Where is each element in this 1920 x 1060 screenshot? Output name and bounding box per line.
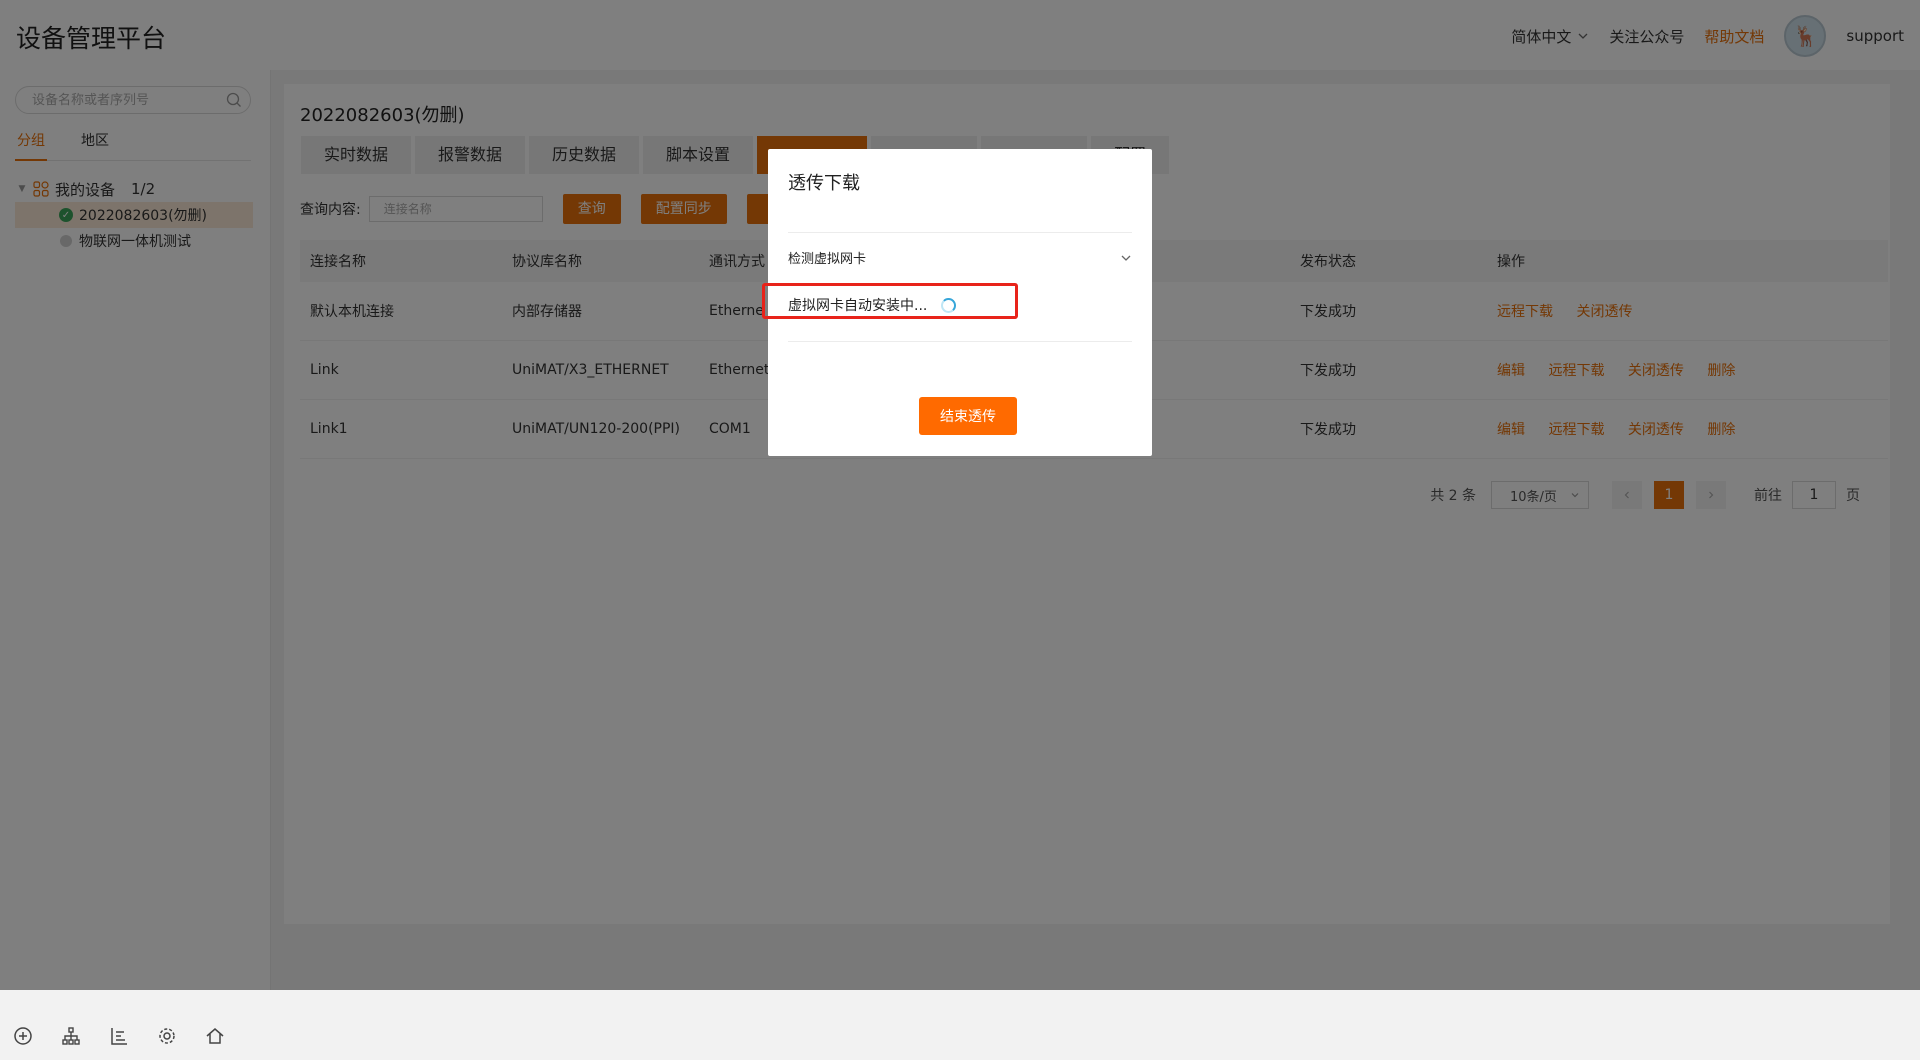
detect-virtual-nic-section[interactable]: 检测虚拟网卡 [788, 248, 1132, 267]
loading-spinner-icon [941, 297, 957, 313]
gear-icon[interactable] [156, 1025, 178, 1047]
home-icon[interactable] [204, 1025, 226, 1047]
hierarchy-icon[interactable] [60, 1025, 82, 1047]
chart-list-icon[interactable] [108, 1025, 130, 1047]
install-status: 虚拟网卡自动安装中... [788, 295, 957, 315]
divider [788, 341, 1132, 342]
passthrough-download-dialog: 透传下载 检测虚拟网卡 虚拟网卡自动安装中... 结束透传 [762, 149, 1152, 456]
divider [788, 232, 1132, 233]
chevron-down-icon[interactable] [1120, 252, 1132, 264]
dialog-title: 透传下载 [788, 173, 860, 194]
end-passthrough-button[interactable]: 结束透传 [919, 397, 1017, 435]
sidebar-bottom-toolbar [0, 1012, 270, 1060]
section-title: 检测虚拟网卡 [788, 252, 867, 267]
add-circle-icon[interactable] [12, 1025, 34, 1047]
install-status-text: 虚拟网卡自动安装中... [788, 298, 928, 314]
